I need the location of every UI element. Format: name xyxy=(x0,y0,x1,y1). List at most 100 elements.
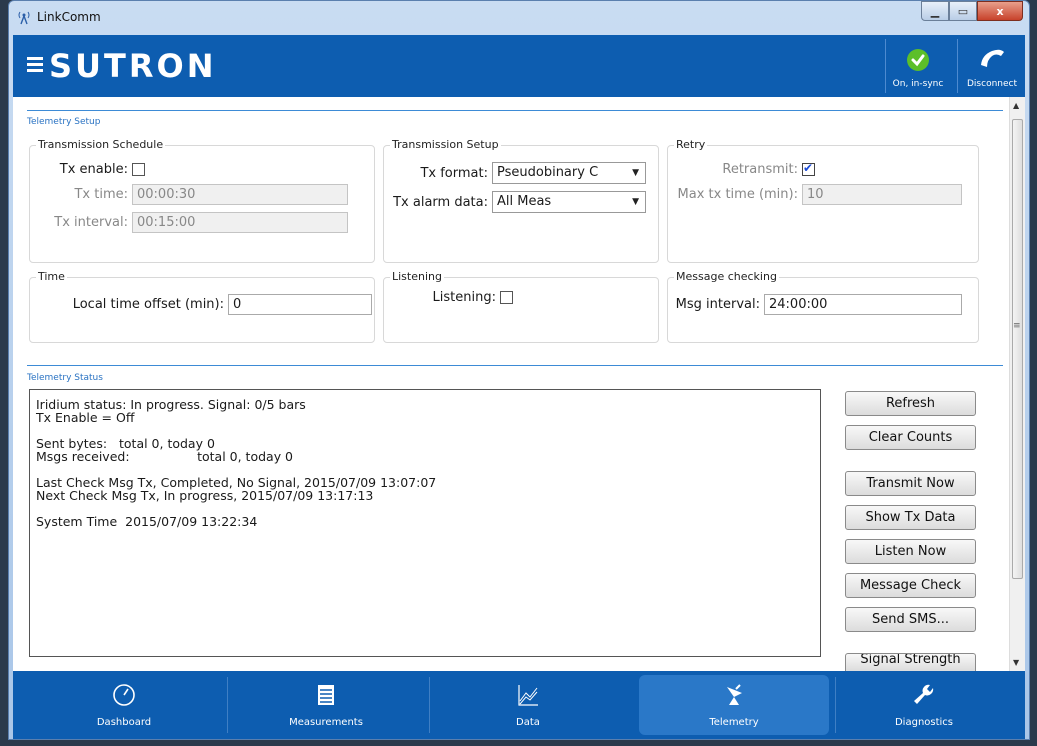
nav-diagnostics[interactable]: Diagnostics xyxy=(829,675,1019,735)
retransmit-label: Retransmit: xyxy=(722,162,798,177)
tx-enable-label: Tx enable: xyxy=(59,162,128,177)
tx-alarm-value: All Meas xyxy=(497,194,552,209)
tx-interval-field[interactable]: 00:15:00 xyxy=(132,212,348,233)
time-offset-field[interactable]: 0 xyxy=(228,294,372,315)
clear-counts-button[interactable]: Clear Counts xyxy=(845,425,976,450)
telemetry-status-title: Telemetry Status xyxy=(27,373,103,383)
max-tx-field[interactable]: 10 xyxy=(802,184,962,205)
title-bar: LinkComm ▁ ▭ x xyxy=(9,1,1029,35)
nav-telemetry[interactable]: Telemetry xyxy=(639,675,829,735)
group-title: Transmission Schedule xyxy=(36,138,166,151)
listening-label: Listening: xyxy=(432,290,496,305)
vertical-scrollbar[interactable]: ▲ ≡ ▼ xyxy=(1009,97,1025,671)
telemetry-panel: Telemetry Setup Transmission Schedule Tx… xyxy=(13,97,1009,671)
retry-group: Retry Retransmit: Max tx time (min): 10 xyxy=(667,138,979,263)
scroll-grip-icon: ≡ xyxy=(1013,321,1021,331)
tx-format-row: Tx format: Pseudobinary C ▼ xyxy=(384,162,646,184)
maximize-button[interactable]: ▭ xyxy=(949,1,977,21)
time-offset-row: Local time offset (min): 0 xyxy=(30,294,372,315)
scroll-down-arrow-icon[interactable]: ▼ xyxy=(1013,658,1019,667)
iridium-status-line: Iridium status: In progress. Signal: 0/5… xyxy=(36,397,306,412)
show-tx-data-button[interactable]: Show Tx Data xyxy=(845,505,976,530)
tx-time-label: Tx time: xyxy=(74,187,128,202)
tx-enable-row: Tx enable: xyxy=(30,162,145,177)
nav-measurements-label: Measurements xyxy=(289,717,363,728)
signal-strength-button[interactable]: Signal Strength xyxy=(845,653,976,671)
disconnect-button[interactable]: Disconnect xyxy=(961,43,1023,93)
retransmit-checkbox[interactable] xyxy=(802,161,815,176)
retransmit-row: Retransmit: xyxy=(668,161,815,177)
msg-interval-row: Msg interval: 24:00:00 xyxy=(668,294,962,315)
dashboard-gauge-icon xyxy=(113,684,135,706)
next-check-line: Next Check Msg Tx, In progress, 2015/07/… xyxy=(36,488,374,503)
tx-format-select[interactable]: Pseudobinary C ▼ xyxy=(492,162,646,184)
tx-interval-row: Tx interval: 00:15:00 xyxy=(30,212,348,233)
nav-diagnostics-label: Diagnostics xyxy=(894,717,954,728)
section-divider xyxy=(27,365,1003,366)
listening-row: Listening: xyxy=(384,290,513,305)
message-checking-group: Message checking Msg interval: 24:00:00 xyxy=(667,270,979,343)
tx-alarm-label: Tx alarm data: xyxy=(393,194,488,210)
transmit-now-button[interactable]: Transmit Now xyxy=(845,471,976,496)
header-divider xyxy=(957,39,958,93)
tx-alarm-select[interactable]: All Meas ▼ xyxy=(492,191,646,213)
listen-now-button[interactable]: Listen Now xyxy=(845,539,976,564)
diagnostics-wrench-icon xyxy=(914,684,934,704)
scroll-up-arrow-icon[interactable]: ▲ xyxy=(1013,101,1019,110)
bottom-navigation: Dashboard Measurements Data Telemetry Di… xyxy=(13,671,1025,739)
app-antenna-icon xyxy=(18,11,30,25)
nav-telemetry-label: Telemetry xyxy=(709,717,759,728)
max-tx-row: Max tx time (min): 10 xyxy=(668,184,962,205)
nav-data-label: Data xyxy=(516,717,540,728)
nav-data[interactable]: Data xyxy=(433,675,623,735)
time-group: Time Local time offset (min): 0 xyxy=(29,270,375,343)
window-title: LinkComm xyxy=(37,10,101,24)
msgs-received-line: Msgs received: total 0, today 0 xyxy=(36,449,294,464)
brand-logo: SUTRON xyxy=(49,47,217,85)
nav-dashboard[interactable]: Dashboard xyxy=(29,675,219,735)
max-tx-label: Max tx time (min): xyxy=(677,187,798,202)
sync-status-button[interactable]: On, in-sync xyxy=(887,43,949,93)
window-controls: ▁ ▭ x xyxy=(921,1,1023,23)
close-button[interactable]: x xyxy=(977,1,1023,21)
system-time-line: System Time 2015/07/09 13:22:34 xyxy=(36,514,258,529)
tx-alarm-row: Tx alarm data: All Meas ▼ xyxy=(384,191,646,213)
tx-time-row: Tx time: 00:00:30 xyxy=(30,184,348,205)
data-chart-icon xyxy=(518,685,538,706)
app-window: LinkComm ▁ ▭ x SUTRON On, in-sync Discon… xyxy=(8,0,1030,740)
nav-divider xyxy=(227,677,228,733)
nav-measurements[interactable]: Measurements xyxy=(231,675,421,735)
tx-enable-checkbox[interactable] xyxy=(132,163,145,176)
scrollbar-thumb[interactable] xyxy=(1012,119,1023,579)
sync-status-label: On, in-sync xyxy=(892,79,944,89)
minimize-button[interactable]: ▁ xyxy=(921,1,949,21)
tx-format-label: Tx format: xyxy=(420,165,488,181)
send-sms-button[interactable]: Send SMS... xyxy=(845,607,976,632)
group-title: Message checking xyxy=(674,270,779,283)
time-offset-label: Local time offset (min): xyxy=(72,297,224,312)
tx-time-field[interactable]: 00:00:30 xyxy=(132,184,348,205)
message-check-button[interactable]: Message Check xyxy=(845,573,976,598)
check-circle-icon xyxy=(907,49,929,71)
signal-strength-label: Signal Strength xyxy=(860,653,961,667)
hamburger-menu-icon[interactable] xyxy=(27,57,43,73)
section-divider xyxy=(27,110,1003,111)
msg-interval-field[interactable]: 24:00:00 xyxy=(764,294,962,315)
group-title: Retry xyxy=(674,138,708,151)
msg-interval-label: Msg interval: xyxy=(675,297,760,312)
disconnect-label: Disconnect xyxy=(967,79,1017,89)
tx-format-value: Pseudobinary C xyxy=(497,165,599,180)
refresh-button[interactable]: Refresh xyxy=(845,391,976,416)
telemetry-satellite-icon xyxy=(727,684,742,705)
group-title: Listening xyxy=(390,270,444,283)
app-header: SUTRON On, in-sync Disconnect xyxy=(13,35,1025,97)
listening-group: Listening Listening: xyxy=(383,270,659,343)
listening-checkbox[interactable] xyxy=(500,291,513,304)
transmission-schedule-group: Transmission Schedule Tx enable: Tx time… xyxy=(29,138,375,263)
dropdown-arrow-icon: ▼ xyxy=(632,197,639,207)
status-text-box[interactable]: Iridium status: In progress. Signal: 0/5… xyxy=(29,389,821,657)
measurements-list-icon xyxy=(318,685,334,705)
nav-dashboard-label: Dashboard xyxy=(96,717,152,728)
tx-enable-status-line: Tx Enable = Off xyxy=(36,410,135,425)
nav-divider xyxy=(429,677,430,733)
